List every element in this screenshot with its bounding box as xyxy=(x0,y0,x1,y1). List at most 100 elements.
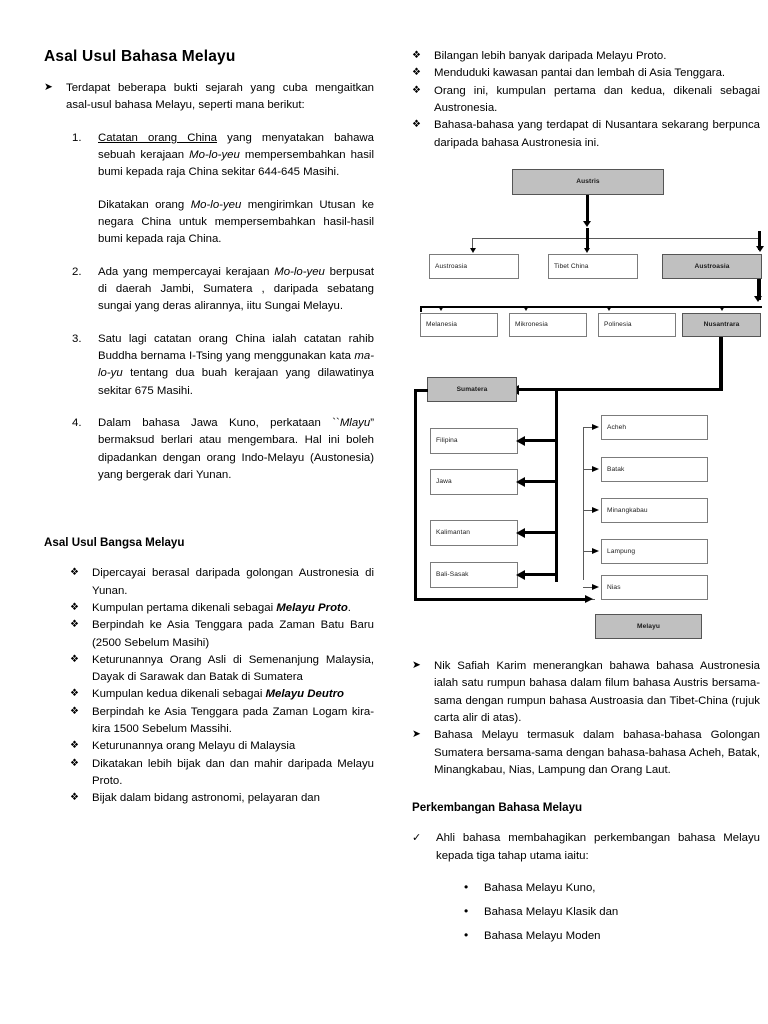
connector-nusantrara-to-sumatera xyxy=(518,387,723,392)
arrowhead-down xyxy=(756,245,764,252)
chart-node-melanesia: Melanesia xyxy=(420,312,498,337)
text-pre: Kumpulan pertama dikenali sebagai xyxy=(92,601,277,614)
diamond-bullet-icon: ❖ xyxy=(412,67,421,79)
item-number: 2. xyxy=(72,265,82,278)
chart-node-austris: Austris xyxy=(512,168,664,195)
check-bullet-icon: ✓ xyxy=(412,832,422,845)
arrowhead-right xyxy=(592,465,599,472)
connector-level2-drop-left xyxy=(420,305,422,312)
list-item: ❖ Bijak dalam bidang astronomi, pelayara… xyxy=(70,790,374,807)
intro-text: Terdapat beberapa bukti sejarah yang cub… xyxy=(66,82,374,112)
list-item-label: Berpindah ke Asia Tenggara pada Zaman Ba… xyxy=(92,619,374,649)
item-text-a: Dalam bahasa Jawa Kuno, perkataan `` xyxy=(98,416,340,429)
right-column: ❖ Bilangan lebih banyak daripada Melayu … xyxy=(412,0,764,946)
item-number: 4. xyxy=(72,416,82,429)
item-text-a: Satu lagi catatan orang China ialah cata… xyxy=(98,332,374,362)
perkembangan-intro-text: Ahli bahasa membahagikan perkembangan ba… xyxy=(436,832,760,862)
section-title-bangsa: Asal Usul Bangsa Melayu xyxy=(44,536,185,550)
item-text: Satu lagi catatan orang China ialah cata… xyxy=(98,331,374,400)
chart-node-minangkabau: Minangkabau xyxy=(601,497,708,523)
arrowhead-left xyxy=(516,476,525,487)
connector-left-loop-bottom xyxy=(414,597,588,601)
right-mid-list: ➤ Nik Safiah Karim menerangkan bahawa ba… xyxy=(412,658,760,779)
item-number: 1. xyxy=(72,131,82,144)
list-item: • Bahasa Melayu Klasik dan xyxy=(464,904,760,921)
arrowhead-right xyxy=(592,547,599,554)
emphasis-term: Melayu Deutro xyxy=(265,688,344,701)
arrow-bullet-icon: ➤ xyxy=(412,658,421,671)
underlined-phrase: Catatan orang China xyxy=(98,131,218,144)
list-item-label: Kumpulan pertama dikenali sebagai Melayu… xyxy=(92,600,374,617)
chart-node-nias: Nias xyxy=(601,574,708,600)
text-post: . xyxy=(347,601,351,614)
chart-node-batak: Batak xyxy=(601,456,708,482)
list-item-label: Bahasa Melayu Klasik dan xyxy=(484,906,619,919)
diamond-bullet-icon: ❖ xyxy=(70,740,79,752)
italic-term: Mlayu xyxy=(339,416,371,429)
arrowhead-left xyxy=(516,435,525,446)
diamond-bullet-icon: ❖ xyxy=(70,792,79,804)
italic-term: Mo-lo-yeu xyxy=(274,265,325,278)
document-page: Asal Usul Bahasa Melayu ➤ Terdapat beber… xyxy=(0,0,768,1024)
connector-inner-trunk xyxy=(555,387,559,582)
dot-bullet-icon: • xyxy=(464,879,469,894)
chart-node-kalimantan: Kalimantan xyxy=(430,519,518,546)
arrowhead-down xyxy=(438,305,444,311)
list-item-label: Kumpulan kedua dikenali sebagai Melayu D… xyxy=(92,686,374,703)
chart-node-nusantrara: Nusantrara xyxy=(682,312,761,337)
right-top-list: ❖ Bilangan lebih banyak daripada Melayu … xyxy=(412,48,760,152)
arrowhead-down xyxy=(583,220,591,227)
list-item: ❖ Menduduki kawasan pantai dan lembah di… xyxy=(412,65,760,82)
list-item: ❖ Bilangan lebih banyak daripada Melayu … xyxy=(412,48,760,65)
chart-node-tibet-china: Tibet China xyxy=(548,253,638,279)
dot-bullet-icon: • xyxy=(464,904,469,919)
connector-left-loop-stub xyxy=(414,388,428,392)
arrowhead-down xyxy=(719,305,725,311)
list-item: ❖ Kumpulan kedua dikenali sebagai Melayu… xyxy=(70,686,374,703)
perkembangan-check-row: ✓ Ahli bahasa membahagikan perkembangan … xyxy=(412,830,760,865)
diamond-bullet-icon: ❖ xyxy=(412,50,421,61)
arrowhead-left xyxy=(516,527,525,538)
list-item-label: Dikatakan lebih bijak dan dan mahir dari… xyxy=(92,757,374,788)
arrowhead-right xyxy=(592,423,599,430)
list-item-label: Keturunannya Orang Asli di Semenanjung M… xyxy=(92,653,374,684)
chart-node-lampung: Lampung xyxy=(601,538,708,564)
numbered-item-4: 4. Dalam bahasa Jawa Kuno, perkataan ``M… xyxy=(72,415,374,484)
list-item-label: Bilangan lebih banyak daripada Melayu Pr… xyxy=(434,50,667,62)
list-item-label: Keturunannya orang Melayu di Malaysia xyxy=(92,740,296,753)
numbered-item-3: 3. Satu lagi catatan orang China ialah c… xyxy=(72,331,374,400)
intro-bullet-row: ➤ Terdapat beberapa bukti sejarah yang c… xyxy=(44,80,374,115)
list-item: ❖ Bahasa-bahasa yang terdapat di Nusanta… xyxy=(412,117,760,152)
arrowhead-right xyxy=(592,506,599,513)
dot-bullet-icon: • xyxy=(464,928,469,943)
numbered-item-1-continuation: Dikatakan orang Mo-lo-yeu mengirimkan Ut… xyxy=(72,197,374,249)
connector-level1-bus xyxy=(472,237,761,240)
list-item: ➤ Bahasa Melayu termasuk dalam bahasa-ba… xyxy=(412,727,760,779)
austris-flow-chart: Austris Austroasia Tibet China Austroasi… xyxy=(412,166,764,639)
chart-node-polinesia: Polinesia xyxy=(598,312,676,337)
list-item-label: Dipercayai berasal daripada golongan Aus… xyxy=(92,567,374,597)
list-item: ❖ Kumpulan pertama dikenali sebagai Mela… xyxy=(70,600,374,617)
arrowhead-down xyxy=(754,295,762,302)
chart-node-sumatera: Sumatera xyxy=(427,376,517,402)
numbered-item-2: 2. Ada yang mempercayai kerajaan Mo-lo-y… xyxy=(72,264,374,316)
chart-node-bali-sasak: Bali-Sasak xyxy=(430,561,518,588)
chart-node-melayu: Melayu xyxy=(595,613,702,639)
arrowhead-left xyxy=(516,569,525,580)
page-title: Asal Usul Bahasa Melayu xyxy=(44,48,236,65)
list-item-label: Berpindah ke Asia Tenggara pada Zaman Lo… xyxy=(92,705,374,736)
arrowhead-right xyxy=(592,583,599,590)
connector-trunk-filipina xyxy=(525,438,558,443)
list-item-label: Menduduki kawasan pantai dan lembah di A… xyxy=(434,67,726,80)
connector-trunk-jawa xyxy=(525,479,558,484)
chart-node-filipina: Filipina xyxy=(430,427,518,454)
left-column: Asal Usul Bahasa Melayu ➤ Terdapat beber… xyxy=(44,0,374,808)
list-item: ➤ Nik Safiah Karim menerangkan bahawa ba… xyxy=(412,658,760,727)
arrowhead-down xyxy=(606,305,612,311)
diamond-bullet-icon: ❖ xyxy=(70,567,79,579)
list-item: ❖ Dikatakan lebih bijak dan dan mahir da… xyxy=(70,756,374,791)
diamond-bullet-icon: ❖ xyxy=(70,601,79,613)
list-item-label: Bahasa Melayu termasuk dalam bahasa-baha… xyxy=(434,729,760,776)
arrow-bullet-icon: ➤ xyxy=(44,81,53,94)
chart-node-austroasia-2: Austroasia xyxy=(662,253,762,279)
